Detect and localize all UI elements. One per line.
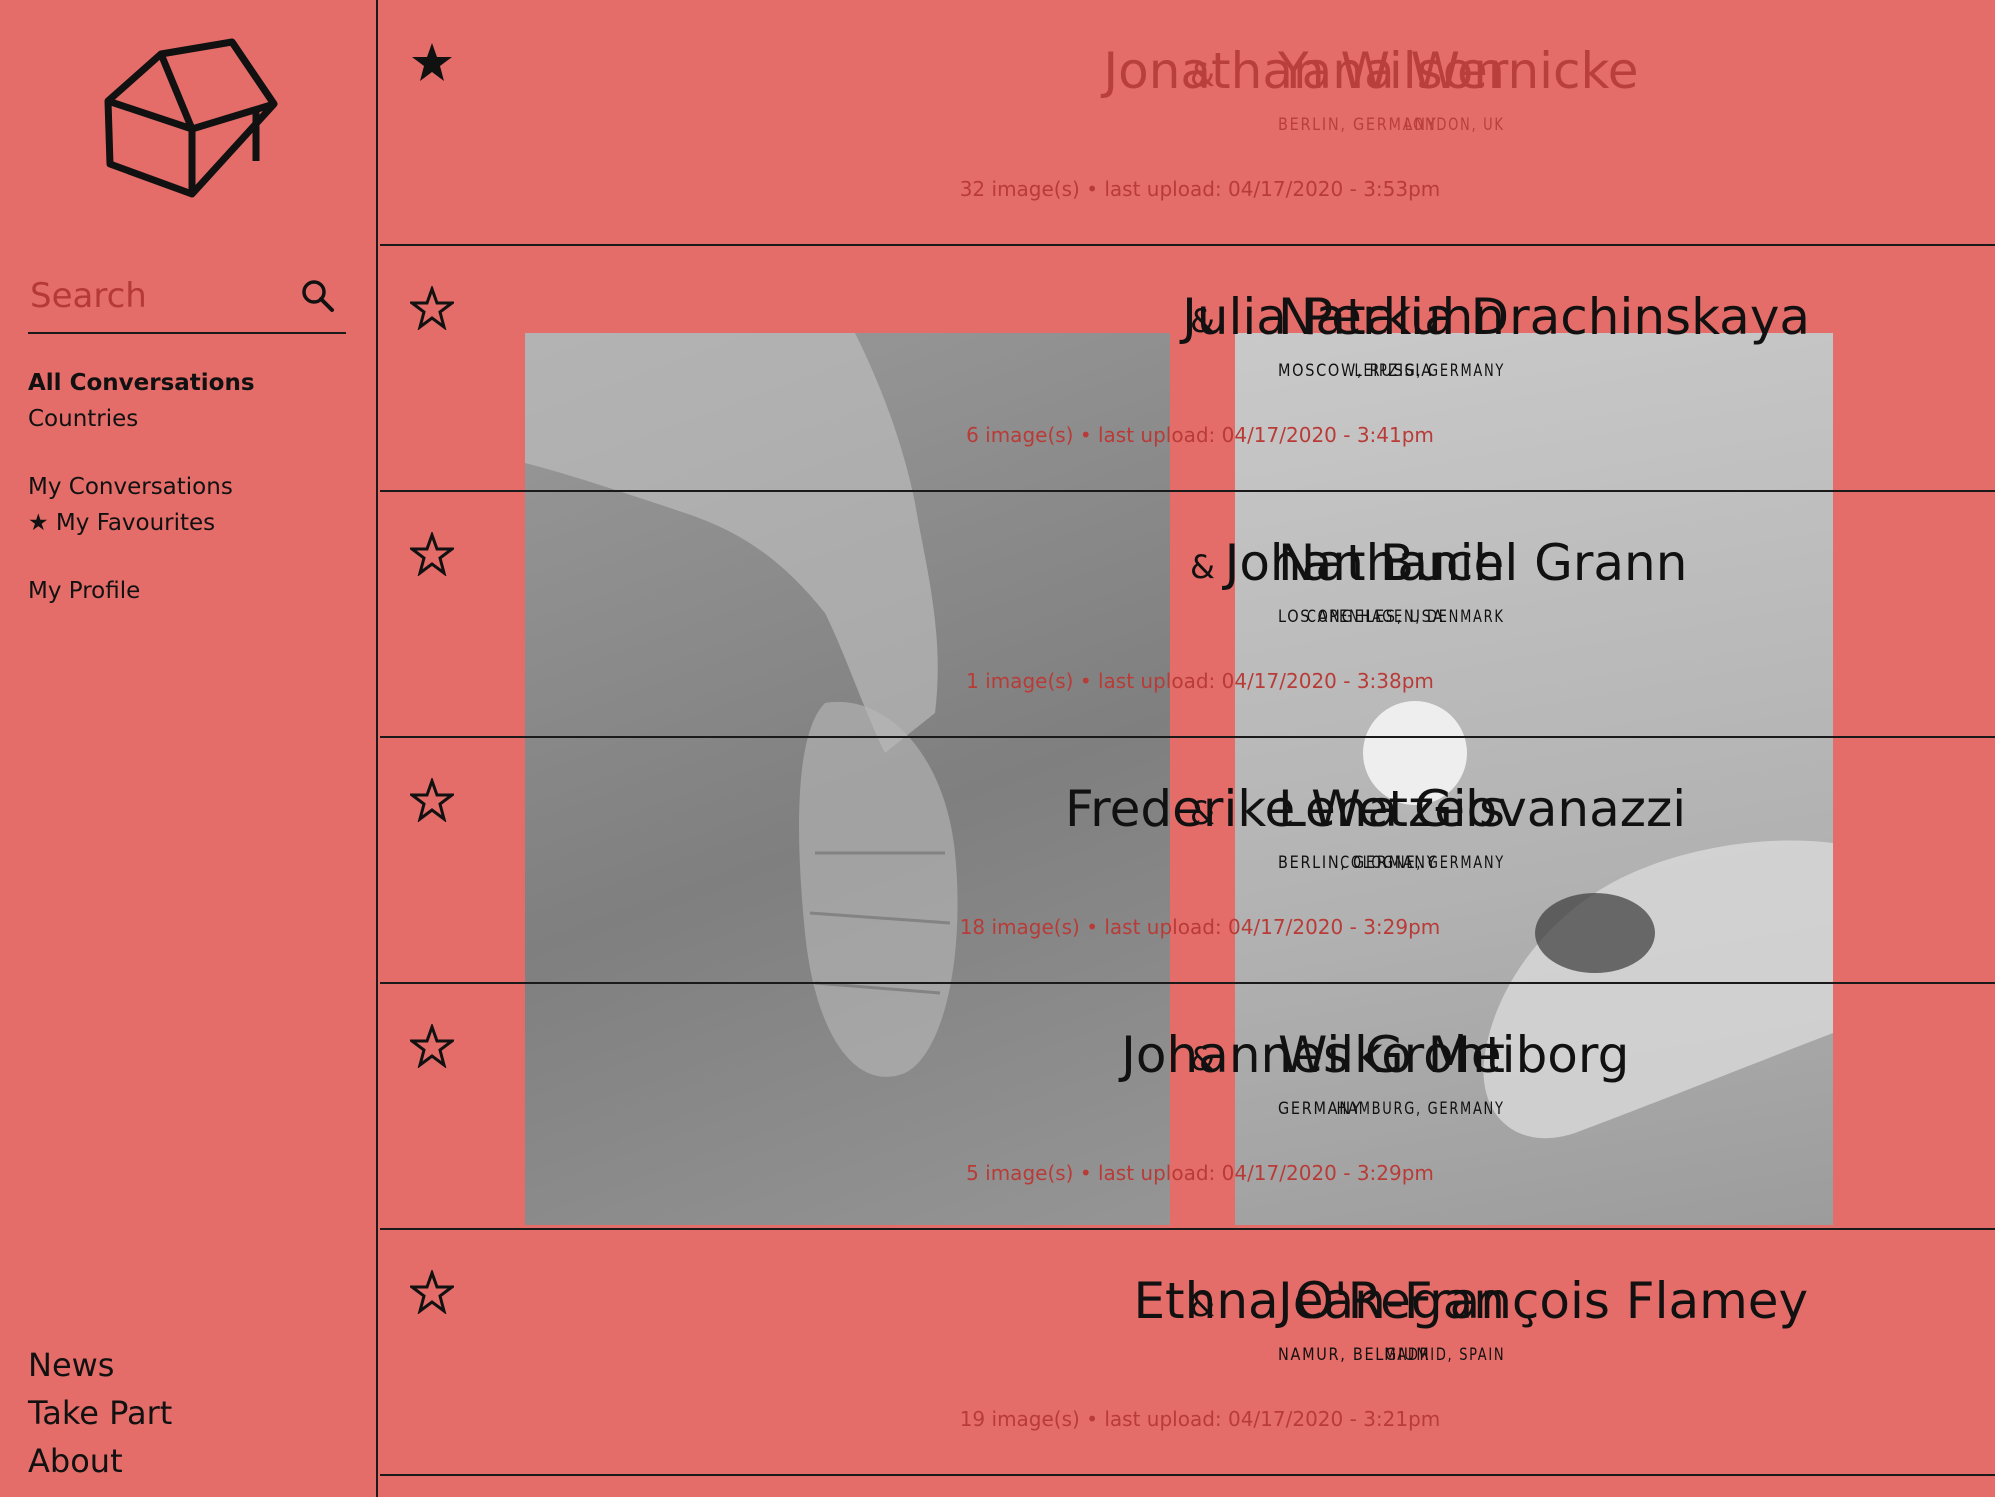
- nav-my-favourites[interactable]: ★ My Favourites: [28, 505, 233, 541]
- participant-right-location: BERLIN, GERMANY: [1278, 853, 1438, 873]
- ampersand: &: [1190, 302, 1215, 340]
- search-input[interactable]: [28, 270, 288, 322]
- search-box: [28, 262, 346, 334]
- sidebar: All Conversations Countries My Conversat…: [0, 0, 378, 1497]
- star-outline-icon[interactable]: [410, 778, 454, 822]
- conversation-row[interactable]: Frederike Wetzels & Lena Giovanazzi COLO…: [380, 738, 1995, 984]
- participant-right-name[interactable]: Nathaniel Grann: [1278, 534, 1687, 592]
- conversation-row[interactable]: Jonathan Wilson & Yana Wernicke LONDON, …: [380, 0, 1995, 246]
- star-outline-icon[interactable]: [410, 1270, 454, 1314]
- participant-right-location: LOS ANGELES, USA: [1278, 607, 1445, 627]
- star-outline-icon[interactable]: [410, 1024, 454, 1068]
- participant-right-name[interactable]: Yana Wernicke: [1278, 42, 1638, 100]
- nav-about[interactable]: About: [28, 1437, 172, 1485]
- participant-right-name[interactable]: Lena Giovanazzi: [1278, 780, 1686, 838]
- ampersand: &: [1190, 548, 1215, 586]
- ampersand: &: [1190, 794, 1215, 832]
- participant-right-location: NAMUR, BELGIUM: [1278, 1345, 1431, 1365]
- nav-take-part[interactable]: Take Part: [28, 1389, 172, 1437]
- conversation-row[interactable]: Johan Buch & Nathaniel Grann COPENHAGEN,…: [380, 492, 1995, 738]
- house-logo-icon[interactable]: [96, 36, 282, 208]
- participant-right-location: BERLIN, GERMANY: [1278, 115, 1438, 135]
- ampersand: &: [1190, 1286, 1215, 1324]
- participant-right-name[interactable]: Wilko Meiborg: [1278, 1026, 1629, 1084]
- search-icon[interactable]: [300, 278, 336, 314]
- nav-countries[interactable]: Countries: [28, 401, 255, 437]
- conversation-row[interactable]: Johannes Groht & Wilko Meiborg HAMBURG, …: [380, 984, 1995, 1230]
- conversation-row[interactable]: Ethna O'Regan & Jean-François Flamey MAD…: [380, 1230, 1995, 1476]
- participant-right-name[interactable]: Jean-François Flamey: [1278, 1272, 1808, 1330]
- nav-news[interactable]: News: [28, 1341, 172, 1389]
- conversation-meta: 19 image(s) • last upload: 04/17/2020 - …: [959, 1407, 1441, 1431]
- star-outline-icon[interactable]: [410, 286, 454, 330]
- nav-secondary: My Conversations ★ My Favourites: [28, 469, 233, 541]
- conversation-meta: 1 image(s) • last upload: 04/17/2020 - 3…: [966, 669, 1434, 693]
- participant-right-location: GERMANY: [1278, 1099, 1363, 1119]
- participant-right-name[interactable]: Natalia Drachinskaya: [1278, 288, 1810, 346]
- nav-footer: News Take Part About: [28, 1341, 172, 1485]
- nav-all-conversations[interactable]: All Conversations: [28, 365, 255, 401]
- participant-right-location: MOSCOW, RUSSIA: [1278, 361, 1433, 381]
- conversation-row[interactable]: Julia Perkuhn & Natalia Drachinskaya LEI…: [380, 246, 1995, 492]
- star-outline-icon[interactable]: [410, 532, 454, 576]
- nav-profile: My Profile: [28, 573, 140, 609]
- nav-primary: All Conversations Countries: [28, 365, 255, 437]
- conversation-list: Jonathan Wilson & Yana Wernicke LONDON, …: [380, 0, 1995, 1497]
- ampersand: &: [1190, 56, 1215, 94]
- nav-my-profile[interactable]: My Profile: [28, 573, 140, 609]
- conversation-meta: 32 image(s) • last upload: 04/17/2020 - …: [959, 177, 1441, 201]
- nav-my-conversations[interactable]: My Conversations: [28, 469, 233, 505]
- ampersand: &: [1190, 1040, 1215, 1078]
- conversation-meta: 5 image(s) • last upload: 04/17/2020 - 3…: [966, 1161, 1434, 1185]
- conversation-meta: 6 image(s) • last upload: 04/17/2020 - 3…: [966, 423, 1434, 447]
- star-filled-icon[interactable]: [410, 40, 454, 84]
- conversation-meta: 18 image(s) • last upload: 04/17/2020 - …: [959, 915, 1441, 939]
